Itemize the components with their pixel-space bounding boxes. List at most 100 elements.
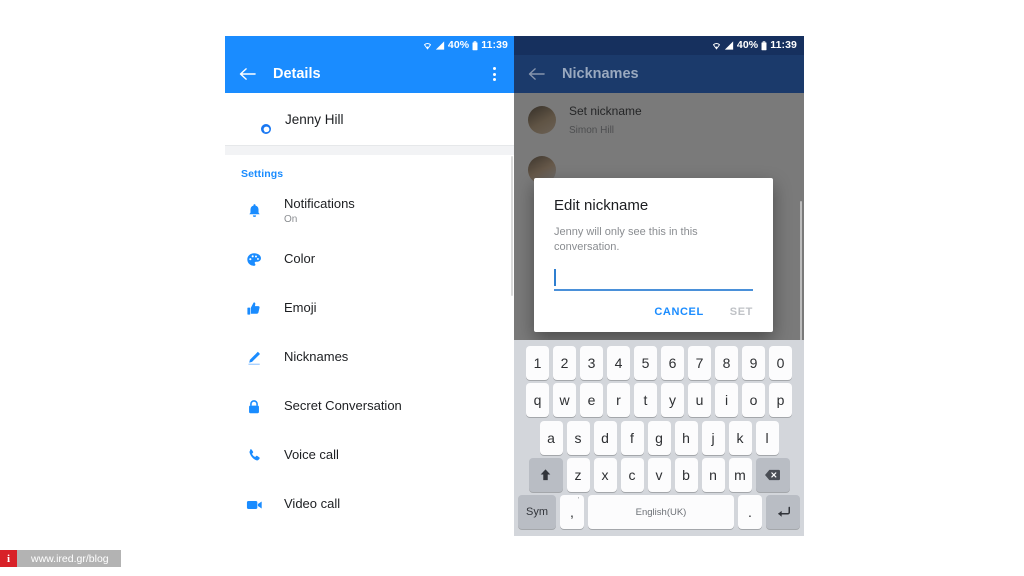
- key-d[interactable]: d: [593, 420, 617, 455]
- key-v[interactable]: v: [647, 457, 671, 492]
- key-k[interactable]: k: [728, 420, 752, 455]
- key-g[interactable]: g: [647, 420, 671, 455]
- key-x[interactable]: x: [593, 457, 617, 492]
- sidebar-item-emoji[interactable]: Emoji: [225, 284, 515, 333]
- key-y[interactable]: y: [661, 383, 684, 418]
- sidebar-item-color[interactable]: Color: [225, 235, 515, 284]
- key-p[interactable]: p: [769, 383, 792, 418]
- watermark: i www.ired.gr/blog: [0, 550, 121, 567]
- key-z[interactable]: z: [566, 457, 590, 492]
- on-screen-keyboard: 1 2 3 4 5 6 7 8 9 0 q w e r t y u i o p …: [514, 340, 804, 536]
- phone-icon: [241, 448, 267, 463]
- cancel-button[interactable]: CANCEL: [654, 306, 703, 318]
- sidebar-item-video-call[interactable]: Video call: [225, 480, 515, 529]
- dialog-actions: CANCEL SET: [554, 306, 753, 324]
- scrollbar-left[interactable]: [510, 156, 513, 296]
- key-m[interactable]: m: [728, 457, 752, 492]
- clock-right: 11:39: [770, 39, 797, 51]
- key-j[interactable]: j: [701, 420, 725, 455]
- keyboard-row-space: Sym ' , English(UK) .: [518, 495, 800, 529]
- key-8[interactable]: 8: [715, 346, 738, 380]
- input-underline: [554, 288, 753, 291]
- battery-icon: [761, 40, 767, 51]
- avatar: [241, 104, 272, 135]
- key-n[interactable]: n: [701, 457, 725, 492]
- nickname-input[interactable]: [554, 268, 753, 291]
- palette-icon: [241, 252, 267, 268]
- key-0[interactable]: 0: [769, 346, 792, 380]
- watermark-mark: i: [0, 550, 17, 567]
- app-bar-right: Nicknames: [514, 55, 804, 93]
- sidebar-item-voice-call[interactable]: Voice call: [225, 431, 515, 480]
- sidebar-item-nicknames[interactable]: Nicknames: [225, 333, 515, 382]
- section-divider: [225, 145, 515, 155]
- back-arrow-icon[interactable]: [236, 63, 258, 85]
- right-phone-panel: 40% 11:39 Nicknames Set nickname Simon H…: [514, 36, 804, 536]
- thumbs-up-icon: [241, 301, 267, 317]
- key-4[interactable]: 4: [607, 346, 630, 380]
- key-w[interactable]: w: [553, 383, 576, 418]
- key-9[interactable]: 9: [742, 346, 765, 380]
- list-item-title: Nicknames: [284, 349, 349, 365]
- battery-percent-left: 40%: [447, 39, 470, 51]
- screenshot-stage: 40% 11:39 Details Jenny Hill Settings No…: [0, 0, 1024, 576]
- shift-arrow-icon[interactable]: [528, 457, 563, 492]
- key-r[interactable]: r: [607, 383, 630, 418]
- key-i[interactable]: i: [715, 383, 738, 418]
- enter-return-icon[interactable]: [766, 495, 800, 529]
- contact-name: Jenny Hill: [285, 111, 344, 127]
- key-1[interactable]: 1: [526, 346, 549, 380]
- wifi-icon: [712, 41, 721, 50]
- space-key[interactable]: English(UK): [588, 495, 734, 529]
- key-s[interactable]: s: [566, 420, 590, 455]
- backspace-icon[interactable]: [755, 457, 790, 492]
- signal-bars-icon: [724, 41, 734, 50]
- battery-icon: [472, 40, 478, 51]
- signal-bars-icon: [435, 41, 445, 50]
- sidebar-item-notifications[interactable]: Notifications On: [225, 186, 515, 235]
- overflow-menu-icon[interactable]: [484, 67, 504, 81]
- scrollbar-right[interactable]: [799, 201, 802, 341]
- edit-nickname-dialog: Edit nickname Jenny will only see this i…: [534, 178, 773, 332]
- video-camera-icon: [241, 499, 267, 511]
- key-7[interactable]: 7: [688, 346, 711, 380]
- key-period[interactable]: .: [738, 495, 762, 529]
- dialog-message: Jenny will only see this in this convers…: [554, 226, 698, 253]
- key-h[interactable]: h: [674, 420, 698, 455]
- key-b[interactable]: b: [674, 457, 698, 492]
- lock-icon: [241, 399, 267, 415]
- keyboard-row-qwerty: q w e r t y u i o p: [518, 383, 800, 418]
- key-q[interactable]: q: [526, 383, 549, 418]
- page-title: Nicknames: [562, 66, 639, 82]
- key-l[interactable]: l: [755, 420, 779, 455]
- status-bar-left: 40% 11:39: [225, 36, 515, 55]
- key-o[interactable]: o: [742, 383, 765, 418]
- key-6[interactable]: 6: [661, 346, 684, 380]
- key-u[interactable]: u: [688, 383, 711, 418]
- contact-header-row[interactable]: Jenny Hill: [225, 93, 515, 145]
- key-e[interactable]: e: [580, 383, 603, 418]
- app-bar-left: Details: [225, 55, 515, 93]
- list-item-title: Notifications: [284, 196, 355, 212]
- key-5[interactable]: 5: [634, 346, 657, 380]
- messenger-badge-icon: [260, 123, 272, 135]
- back-arrow-icon[interactable]: [525, 63, 547, 85]
- list-item-title: Emoji: [284, 300, 317, 316]
- key-2[interactable]: 2: [553, 346, 576, 380]
- key-comma-label: ,: [570, 504, 574, 520]
- sidebar-item-secret-conversation[interactable]: Secret Conversation: [225, 382, 515, 431]
- clock-left: 11:39: [481, 39, 508, 51]
- key-a[interactable]: a: [539, 420, 563, 455]
- key-t[interactable]: t: [634, 383, 657, 418]
- key-f[interactable]: f: [620, 420, 644, 455]
- page-title: Details: [273, 66, 321, 82]
- nicknames-list: Set nickname Simon Hill Edit nickname Je…: [514, 93, 804, 378]
- sym-key[interactable]: Sym: [518, 495, 556, 529]
- key-3[interactable]: 3: [580, 346, 603, 380]
- key-c[interactable]: c: [620, 457, 644, 492]
- text-caret: [554, 268, 556, 286]
- settings-section-label: Settings: [241, 168, 284, 180]
- key-comma[interactable]: ' ,: [560, 495, 584, 529]
- set-button[interactable]: SET: [730, 306, 753, 318]
- bell-icon: [241, 203, 267, 219]
